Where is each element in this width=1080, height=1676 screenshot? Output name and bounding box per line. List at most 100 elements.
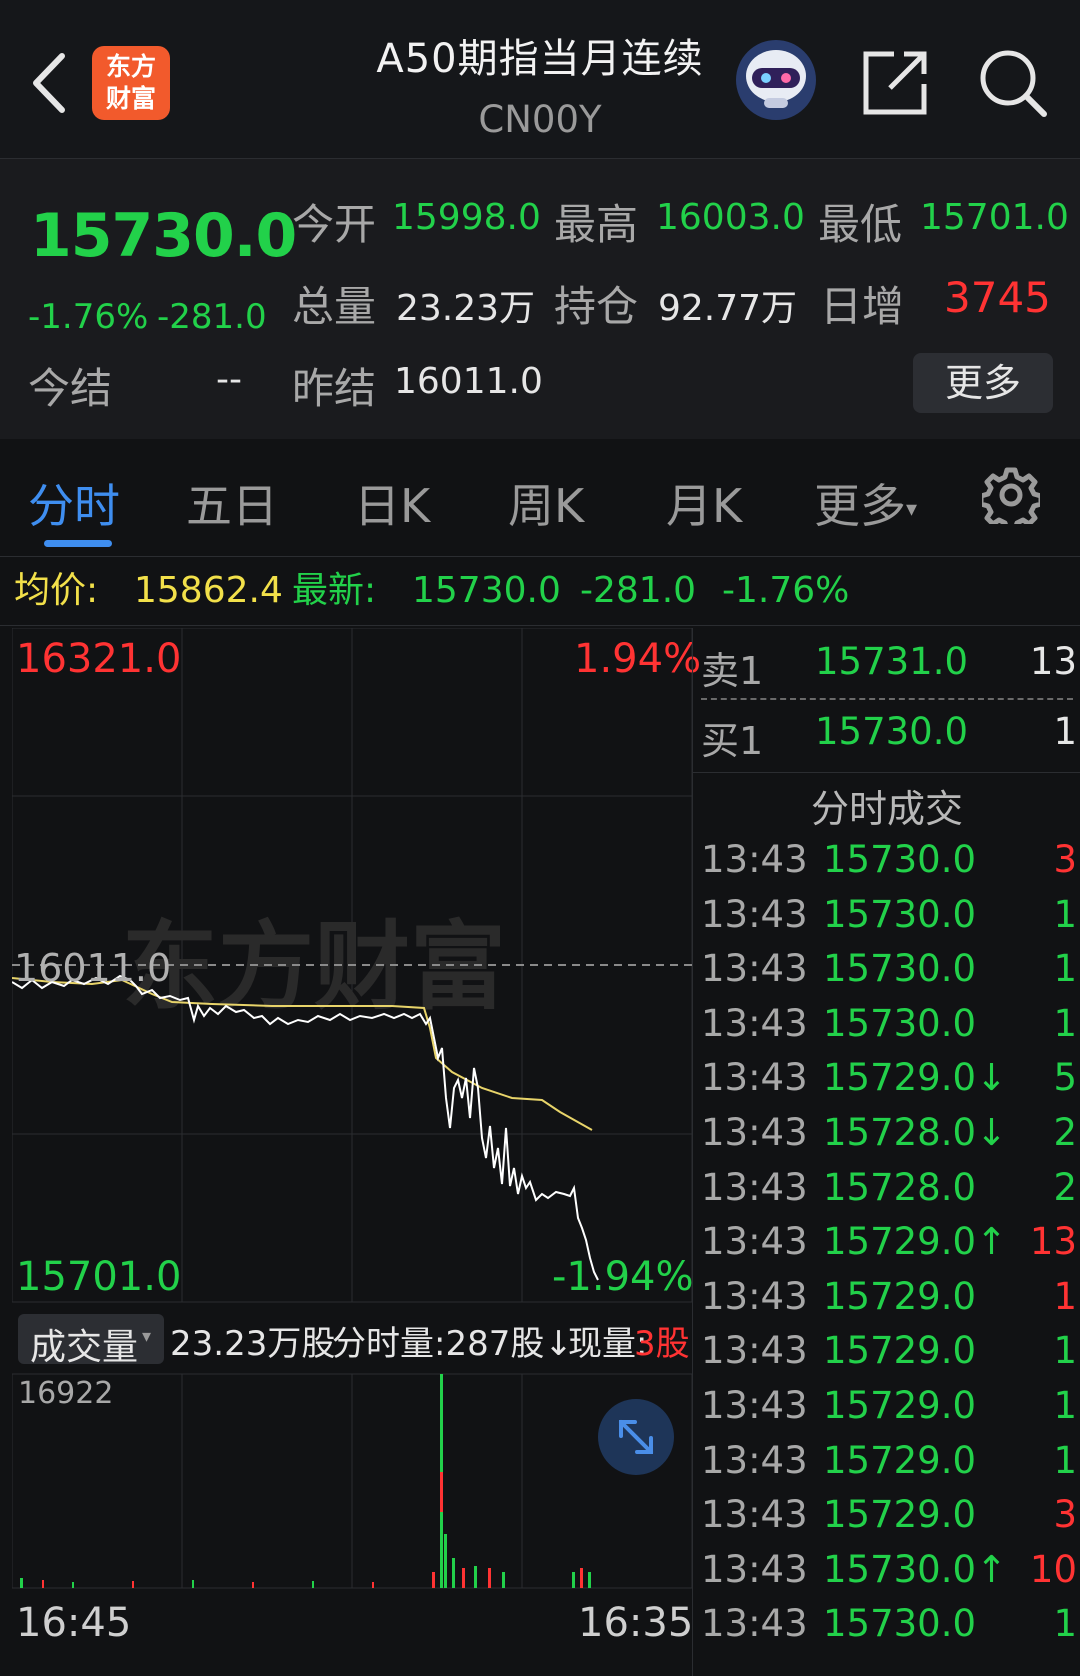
chart-svg: 东方财富 xyxy=(12,628,692,1589)
tab-month-k[interactable]: 月K xyxy=(666,470,742,536)
trade-row: 13:43 15729.0 1 xyxy=(693,1439,1080,1493)
trade-time: 13:43 xyxy=(701,1493,808,1537)
ref-price-label: 16011.0 xyxy=(14,946,172,990)
trade-price: 15729.0 xyxy=(823,1384,977,1427)
bid-label: 买1 xyxy=(701,719,764,763)
trade-row: 13:43 15729.0↓ 5 xyxy=(693,1056,1080,1110)
trade-price: 15728.0 xyxy=(823,1165,977,1209)
page-title: A50期指当月连续 xyxy=(376,36,704,82)
trade-time: 13:43 xyxy=(701,1274,808,1318)
open-interest-label: 持仓 xyxy=(554,282,639,331)
symbol-code: CN00Y xyxy=(478,98,602,141)
settle-value: -- xyxy=(216,359,242,400)
trade-row: 13:43 15730.0 1 xyxy=(693,947,1080,1001)
volume-now-value: 3股 xyxy=(634,1324,690,1364)
search-icon[interactable] xyxy=(976,46,1048,118)
trade-time: 13:43 xyxy=(701,1220,808,1264)
share-icon[interactable] xyxy=(860,46,932,118)
trade-row: 13:43 15730.0↑ 10 xyxy=(693,1548,1080,1602)
trade-volume: 3 xyxy=(1053,838,1077,881)
trade-price: 15730.0 xyxy=(823,1001,977,1045)
trade-volume: 1 xyxy=(1053,1602,1077,1646)
trade-time: 13:43 xyxy=(701,1165,808,1209)
quote-panel: 15730.0 -1.76% -281.0 今开 15998.0 最高 1600… xyxy=(0,159,1080,439)
trade-time: 13:43 xyxy=(701,1111,808,1154)
expand-chart-icon[interactable] xyxy=(597,1398,675,1476)
top-bar: 东方 财富 A50期指当月连续 CN00Y xyxy=(0,0,1080,159)
tab-intraday[interactable]: 分时 xyxy=(28,470,120,536)
trade-price: 15730.0 xyxy=(823,838,977,881)
tab-day-k[interactable]: 日K xyxy=(354,470,430,536)
price-info-row: 均价: 15862.4 最新: 15730.0 -281.0 -1.76% xyxy=(0,557,1080,626)
trade-time: 13:43 xyxy=(701,1056,808,1100)
latest-change: -281.0 xyxy=(580,570,697,611)
trade-volume: 1 xyxy=(1053,1001,1077,1045)
trade-price: 15730.0 xyxy=(823,947,977,991)
trade-volume: 2 xyxy=(1053,1165,1077,1209)
trade-row: 13:43 15729.0↑ 13 xyxy=(693,1220,1080,1274)
trade-row: 13:43 15729.0 1 xyxy=(693,1384,1080,1438)
trade-time: 13:43 xyxy=(701,1547,808,1591)
bid-price: 15730.0 xyxy=(815,710,969,753)
trade-time: 13:43 xyxy=(701,1001,808,1045)
settings-gear-icon[interactable] xyxy=(982,466,1040,524)
ask-price: 15731.0 xyxy=(815,640,969,683)
high-value: 16003.0 xyxy=(656,197,805,238)
price-line xyxy=(12,974,599,1281)
trade-volume: 1 xyxy=(1053,947,1077,991)
ask-row: 卖1 15731.0 13 xyxy=(693,640,1080,694)
latest-value: 15730.0 xyxy=(412,570,561,611)
avg-value: 15862.4 xyxy=(134,570,283,611)
trade-price: 15730.0 xyxy=(823,1602,977,1646)
trade-price: 15729.0 xyxy=(823,1329,977,1373)
tab-five-day[interactable]: 五日 xyxy=(186,470,278,536)
bid-volume: 1 xyxy=(1053,710,1077,753)
latest-percent: -1.76% xyxy=(722,570,850,611)
trade-price: 15729.0 xyxy=(823,1274,977,1318)
daily-increase-value: 3745 xyxy=(944,273,1051,322)
trade-row: 13:43 15730.0 1 xyxy=(693,1002,1080,1056)
trade-volume: 1 xyxy=(1053,1274,1077,1318)
volume-selector[interactable]: 成交量 ▾ xyxy=(18,1314,164,1368)
trade-volume: 1 xyxy=(1053,1438,1077,1482)
trade-price: 15729.0 xyxy=(823,1438,977,1482)
trade-time: 13:43 xyxy=(701,838,808,881)
upper-percent-label: 1.94% xyxy=(574,636,702,682)
trade-row: 13:43 15730.0 1 xyxy=(693,1602,1080,1656)
back-arrow-icon[interactable] xyxy=(24,48,74,118)
high-label: 最高 xyxy=(554,200,639,249)
volume-max-label: 16922 xyxy=(18,1376,114,1411)
trade-time: 13:43 xyxy=(701,1329,808,1373)
trade-time: 13:43 xyxy=(701,892,808,936)
open-label: 今开 xyxy=(292,200,377,249)
trade-price: 15729.0 xyxy=(823,1493,977,1537)
trade-row: 13:43 15730.0 1 xyxy=(693,893,1080,947)
trade-time: 13:43 xyxy=(701,947,808,991)
low-label: 最低 xyxy=(818,200,903,249)
logo-text-2: 财富 xyxy=(105,84,156,113)
more-button[interactable]: 更多 xyxy=(913,353,1053,413)
order-book-panel: 卖1 15731.0 13 买1 15730.0 1 分时成交 13:43 157… xyxy=(692,628,1080,1676)
assistant-robot-icon[interactable] xyxy=(734,38,818,122)
volume-value: 23.23万 xyxy=(396,288,536,329)
trade-volume: 1 xyxy=(1053,892,1077,936)
change-value: -281.0 xyxy=(157,297,267,337)
trade-row: 13:43 15730.0 3 xyxy=(693,838,1080,892)
trade-volume: 1 xyxy=(1053,1384,1077,1427)
trade-price: 15730.0 xyxy=(823,892,977,936)
tab-more[interactable]: 更多▾ xyxy=(814,470,917,536)
time-start-label: 16:45 xyxy=(16,1600,132,1646)
trade-price: 15729.0↓ xyxy=(823,1056,1008,1100)
trade-time: 13:43 xyxy=(701,1438,808,1482)
open-interest-value: 92.77万 xyxy=(658,288,798,329)
lower-percent-label: -1.94% xyxy=(552,1254,694,1300)
tab-week-k[interactable]: 周K xyxy=(508,470,584,536)
volume-total: 23.23万股 xyxy=(170,1324,336,1364)
trades-title: 分时成交 xyxy=(810,787,963,831)
trade-volume: 1 xyxy=(1053,1329,1077,1373)
low-value: 15701.0 xyxy=(920,197,1069,238)
intraday-chart[interactable]: 东方财富 16321.0 1.94% 16011.0 15701.0 -1.94… xyxy=(12,628,701,1668)
trade-time: 13:43 xyxy=(701,1602,808,1646)
trade-row: 13:43 15729.0 1 xyxy=(693,1275,1080,1329)
time-end-label: 16:35 xyxy=(578,1600,694,1646)
